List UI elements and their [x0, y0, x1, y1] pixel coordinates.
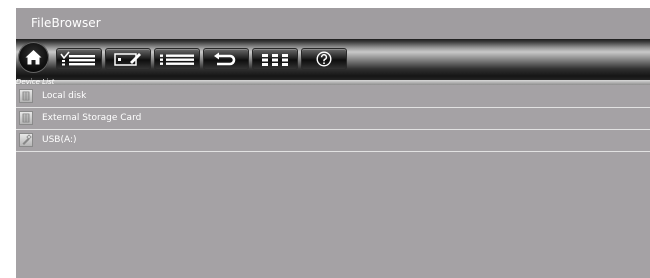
device-label: External Storage Card — [42, 113, 142, 123]
device-label: USB(A:) — [42, 135, 77, 145]
list-view-button[interactable] — [154, 48, 200, 70]
usb-icon — [19, 133, 33, 147]
toolbar — [16, 39, 650, 80]
back-button[interactable] — [203, 48, 249, 70]
grid-view-button[interactable] — [252, 48, 298, 70]
device-item-usb[interactable]: USB(A:) — [16, 130, 650, 152]
edit-button[interactable] — [105, 48, 151, 70]
storage-card-icon — [19, 111, 33, 125]
list-view-icon — [160, 54, 194, 65]
disk-icon — [19, 89, 33, 103]
back-icon — [214, 52, 236, 66]
home-icon — [25, 50, 42, 65]
select-list-icon — [60, 51, 95, 66]
home-button[interactable] — [18, 42, 49, 73]
filebrowser-window: FileBrowser Device List Local disk Exter… — [16, 8, 650, 278]
device-list-header-label: Device List — [16, 78, 55, 86]
device-item-local-disk[interactable]: Local disk — [16, 86, 650, 108]
device-item-external-storage-card[interactable]: External Storage Card — [16, 108, 650, 130]
grid-view-icon — [262, 54, 288, 66]
help-icon — [316, 51, 332, 67]
device-list: Local disk External Storage Card USB(A:) — [16, 86, 650, 152]
app-title: FileBrowser — [31, 16, 101, 30]
edit-icon — [114, 53, 141, 66]
device-list-header — [16, 80, 650, 85]
device-label: Local disk — [42, 91, 87, 101]
select-button[interactable] — [56, 48, 102, 70]
title-bar: FileBrowser — [16, 8, 650, 39]
help-button[interactable] — [301, 48, 347, 70]
